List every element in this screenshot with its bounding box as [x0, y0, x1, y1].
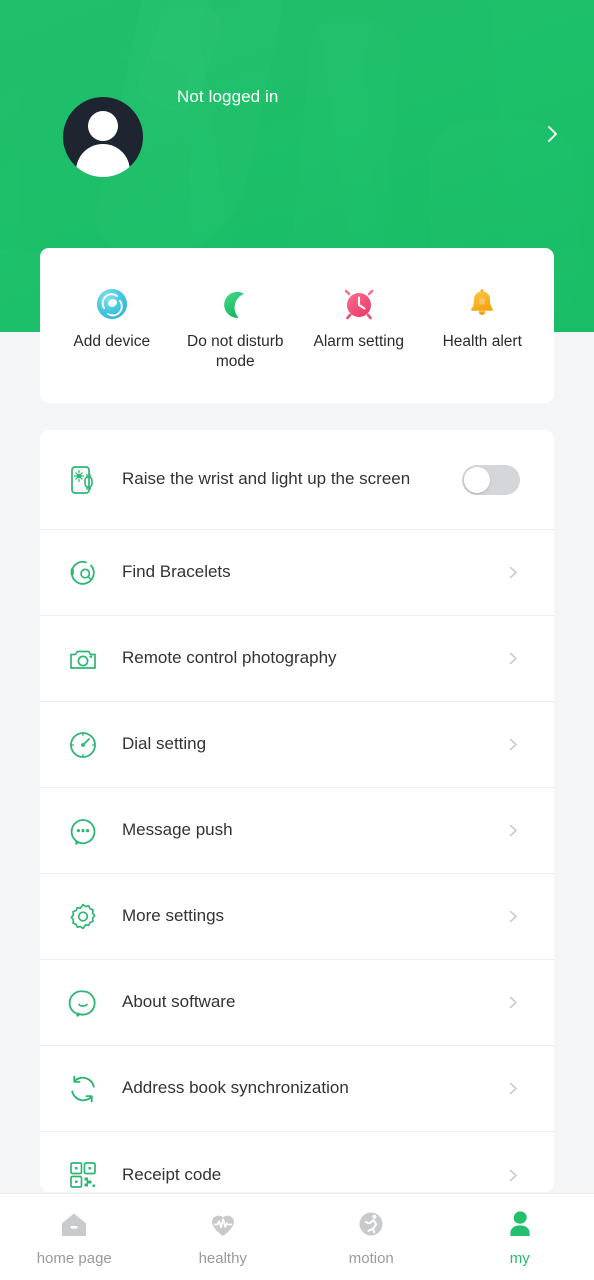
settings-row-label: Address book synchronization [122, 1078, 349, 1098]
tab-label: motion [348, 1250, 394, 1267]
settings-row-raise-wrist[interactable]: Raise the wrist and light up the screen [40, 430, 554, 530]
tab-motion[interactable]: motion [297, 1207, 446, 1267]
about-smiley-icon [66, 986, 100, 1020]
chevron-right-icon [507, 652, 520, 665]
quick-action-label: Health alert [442, 333, 522, 350]
quick-action-label: Alarm setting [313, 333, 404, 350]
tab-healthy[interactable]: healthy [149, 1207, 298, 1267]
moon-icon [217, 286, 253, 322]
bell-icon [464, 286, 500, 322]
avatar-head-shape [88, 111, 118, 141]
settings-row-message-push[interactable]: Message push [40, 788, 554, 874]
sync-refresh-icon [66, 1072, 100, 1106]
toggle-knob [464, 466, 490, 493]
chevron-right-icon[interactable] [544, 125, 562, 143]
heart-pulse-icon [206, 1207, 240, 1241]
settings-row-label: Remote control photography [122, 648, 337, 668]
settings-row-label: More settings [122, 906, 225, 926]
tab-label: home page [36, 1250, 112, 1267]
quick-action-label: Add device [73, 333, 151, 350]
qr-code-icon [66, 1158, 100, 1192]
wrist-raise-screen-icon [66, 463, 100, 497]
watch-dial-icon [66, 728, 100, 762]
tab-home-page[interactable]: home page [0, 1207, 149, 1267]
alarm-clock-icon [341, 286, 377, 322]
find-bracelet-icon [66, 556, 100, 590]
settings-row-more-settings[interactable]: More settings [40, 874, 554, 960]
settings-row-label: Dial setting [122, 734, 207, 754]
tab-my[interactable]: my [446, 1207, 594, 1267]
settings-row-address-book-sync[interactable]: Address book synchronization [40, 1046, 554, 1132]
chevron-right-icon [507, 738, 520, 751]
chevron-right-icon [507, 1169, 520, 1182]
settings-row-label: Raise the wrist and light up the screen [122, 469, 411, 489]
camera-icon [66, 642, 100, 676]
settings-row-about-software[interactable]: About software [40, 960, 554, 1046]
settings-row-label: Receipt code [122, 1164, 222, 1184]
settings-row-label: About software [122, 992, 236, 1012]
settings-list-card: Raise the wrist and light up the screen … [40, 430, 554, 1192]
chevron-right-icon [507, 910, 520, 923]
chevron-right-icon [507, 824, 520, 837]
tab-label: my [509, 1250, 530, 1267]
avatar[interactable] [63, 97, 143, 177]
login-status-label[interactable]: Not logged in [177, 87, 278, 107]
settings-row-label: Find Bracelets [122, 562, 231, 582]
gear-icon [66, 900, 100, 934]
home-icon [57, 1207, 91, 1241]
settings-row-receipt-code[interactable]: Receipt code [40, 1132, 554, 1192]
chevron-right-icon [507, 566, 520, 579]
tab-label: healthy [198, 1250, 247, 1267]
quick-action-alarm-setting[interactable]: Alarm setting [297, 286, 421, 352]
quick-action-add-device[interactable]: Add device [50, 286, 174, 352]
add-device-icon [94, 286, 130, 322]
quick-actions-card: Add device Do not disturb mode Alarm set… [40, 248, 554, 403]
quick-action-label: Do not disturb mode [187, 333, 284, 371]
quick-action-do-not-disturb[interactable]: Do not disturb mode [174, 286, 298, 373]
settings-row-remote-photography[interactable]: Remote control photography [40, 616, 554, 702]
runner-icon [354, 1207, 388, 1241]
settings-row-label: Message push [122, 820, 233, 840]
chevron-right-icon [507, 1082, 520, 1095]
avatar-body-shape [76, 144, 130, 177]
raise-wrist-toggle[interactable] [462, 464, 520, 495]
chevron-right-icon [507, 996, 520, 1009]
message-bubble-icon [66, 814, 100, 848]
person-icon [503, 1207, 537, 1241]
bottom-navigation: home page healthy motion my [0, 1193, 594, 1280]
settings-row-dial-setting[interactable]: Dial setting [40, 702, 554, 788]
settings-row-find-bracelets[interactable]: Find Bracelets [40, 530, 554, 616]
quick-action-health-alert[interactable]: Health alert [421, 286, 545, 352]
